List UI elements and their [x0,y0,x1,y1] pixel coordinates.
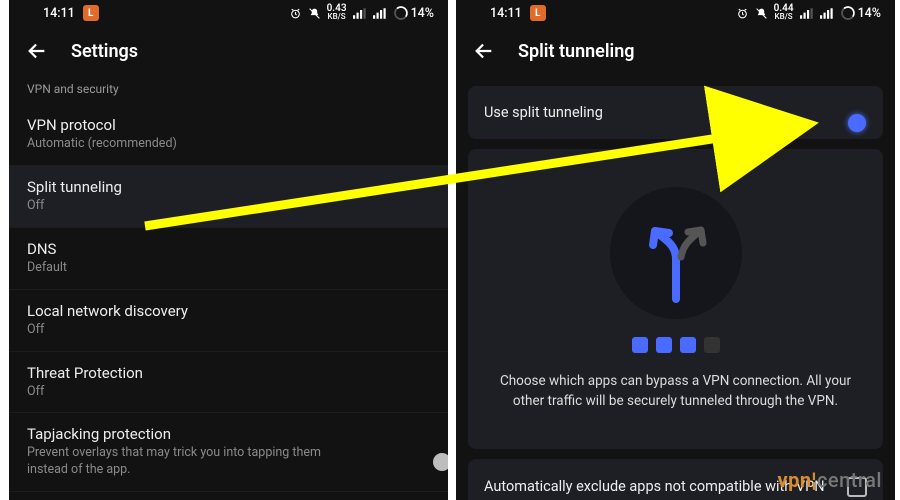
dot-4 [704,337,720,353]
row-sub: Automatic (recommended) [27,136,430,153]
section-label-vpn: VPN and security [9,76,448,104]
page-title: Split tunneling [518,41,635,62]
row-title: Local network discovery [27,302,430,320]
row-split-tunneling[interactable]: Split tunneling Off [9,165,448,227]
signal-icon [353,8,367,19]
row-threat-protection[interactable]: Threat Protection Off [9,351,448,413]
mute-icon [308,7,321,20]
signal2-icon [820,8,834,19]
settings-header: Settings [9,26,448,76]
dot-1 [632,337,648,353]
status-bar: 14:11 L 0.43KB/S 14% [9,0,448,26]
status-badge-icon: L [530,5,546,21]
alarm-icon [289,7,302,20]
alarm-icon [736,7,749,20]
back-button[interactable] [25,39,49,63]
phone-settings-screen: 14:11 L 0.43KB/S 14% Settings VPN and se… [9,0,448,500]
settings-list: VPN protocol Automatic (recommended) Spl… [9,104,448,500]
battery-ring-icon [840,5,856,21]
pager-dots [632,337,720,353]
row-title: DNS [27,240,430,258]
row-sub: Default [27,260,430,277]
battery-pct: 14% [411,6,434,21]
battery-ring-icon [393,5,409,21]
row-dns[interactable]: DNS Default [9,227,448,289]
dot-2 [656,337,672,353]
back-button[interactable] [472,39,496,63]
use-split-tunneling-row[interactable]: Use split tunneling [468,86,883,139]
signal-icon [800,8,814,19]
row-title: VPN protocol [27,116,430,134]
net-rate: 0.44KB/S [774,5,794,21]
signal2-icon [373,8,387,19]
status-time: 14:11 [43,6,75,21]
row-sub: Off [27,198,430,215]
row-sub: Prevent overlays that may trick you into… [27,445,430,479]
row-title: Threat Protection [27,364,430,382]
mute-icon [755,7,768,20]
row-sub: Off [27,322,430,339]
page-title: Settings [71,41,138,62]
phone-split-tunneling-screen: 14:11 L 0.44KB/S 14% Split tunneling Use… [456,0,895,500]
row-sub: Off [27,384,430,401]
row-title: Split tunneling [27,178,430,196]
net-rate: 0.43KB/S [327,5,347,21]
status-time: 14:11 [490,6,522,21]
row-tapjacking[interactable]: Tapjacking protection Prevent overlays t… [9,412,448,491]
use-split-label: Use split tunneling [484,104,603,121]
watermark: vpn¦central [777,468,882,492]
split-icon [610,187,742,319]
split-header: Split tunneling [456,26,895,76]
battery-pct: 14% [858,6,881,21]
row-unsafe-wifi[interactable]: Unsafe Wi-Fi detection Get alerts when c… [9,491,448,500]
dot-3 [680,337,696,353]
row-title: Tapjacking protection [27,425,430,443]
status-badge-icon: L [83,5,99,21]
split-info-text: Choose which apps can bypass a VPN conne… [484,371,867,412]
row-local-network[interactable]: Local network discovery Off [9,289,448,351]
status-bar: 14:11 L 0.44KB/S 14% [456,0,895,26]
split-illustration-card: Choose which apps can bypass a VPN conne… [468,149,883,449]
row-vpn-protocol[interactable]: VPN protocol Automatic (recommended) [9,104,448,165]
